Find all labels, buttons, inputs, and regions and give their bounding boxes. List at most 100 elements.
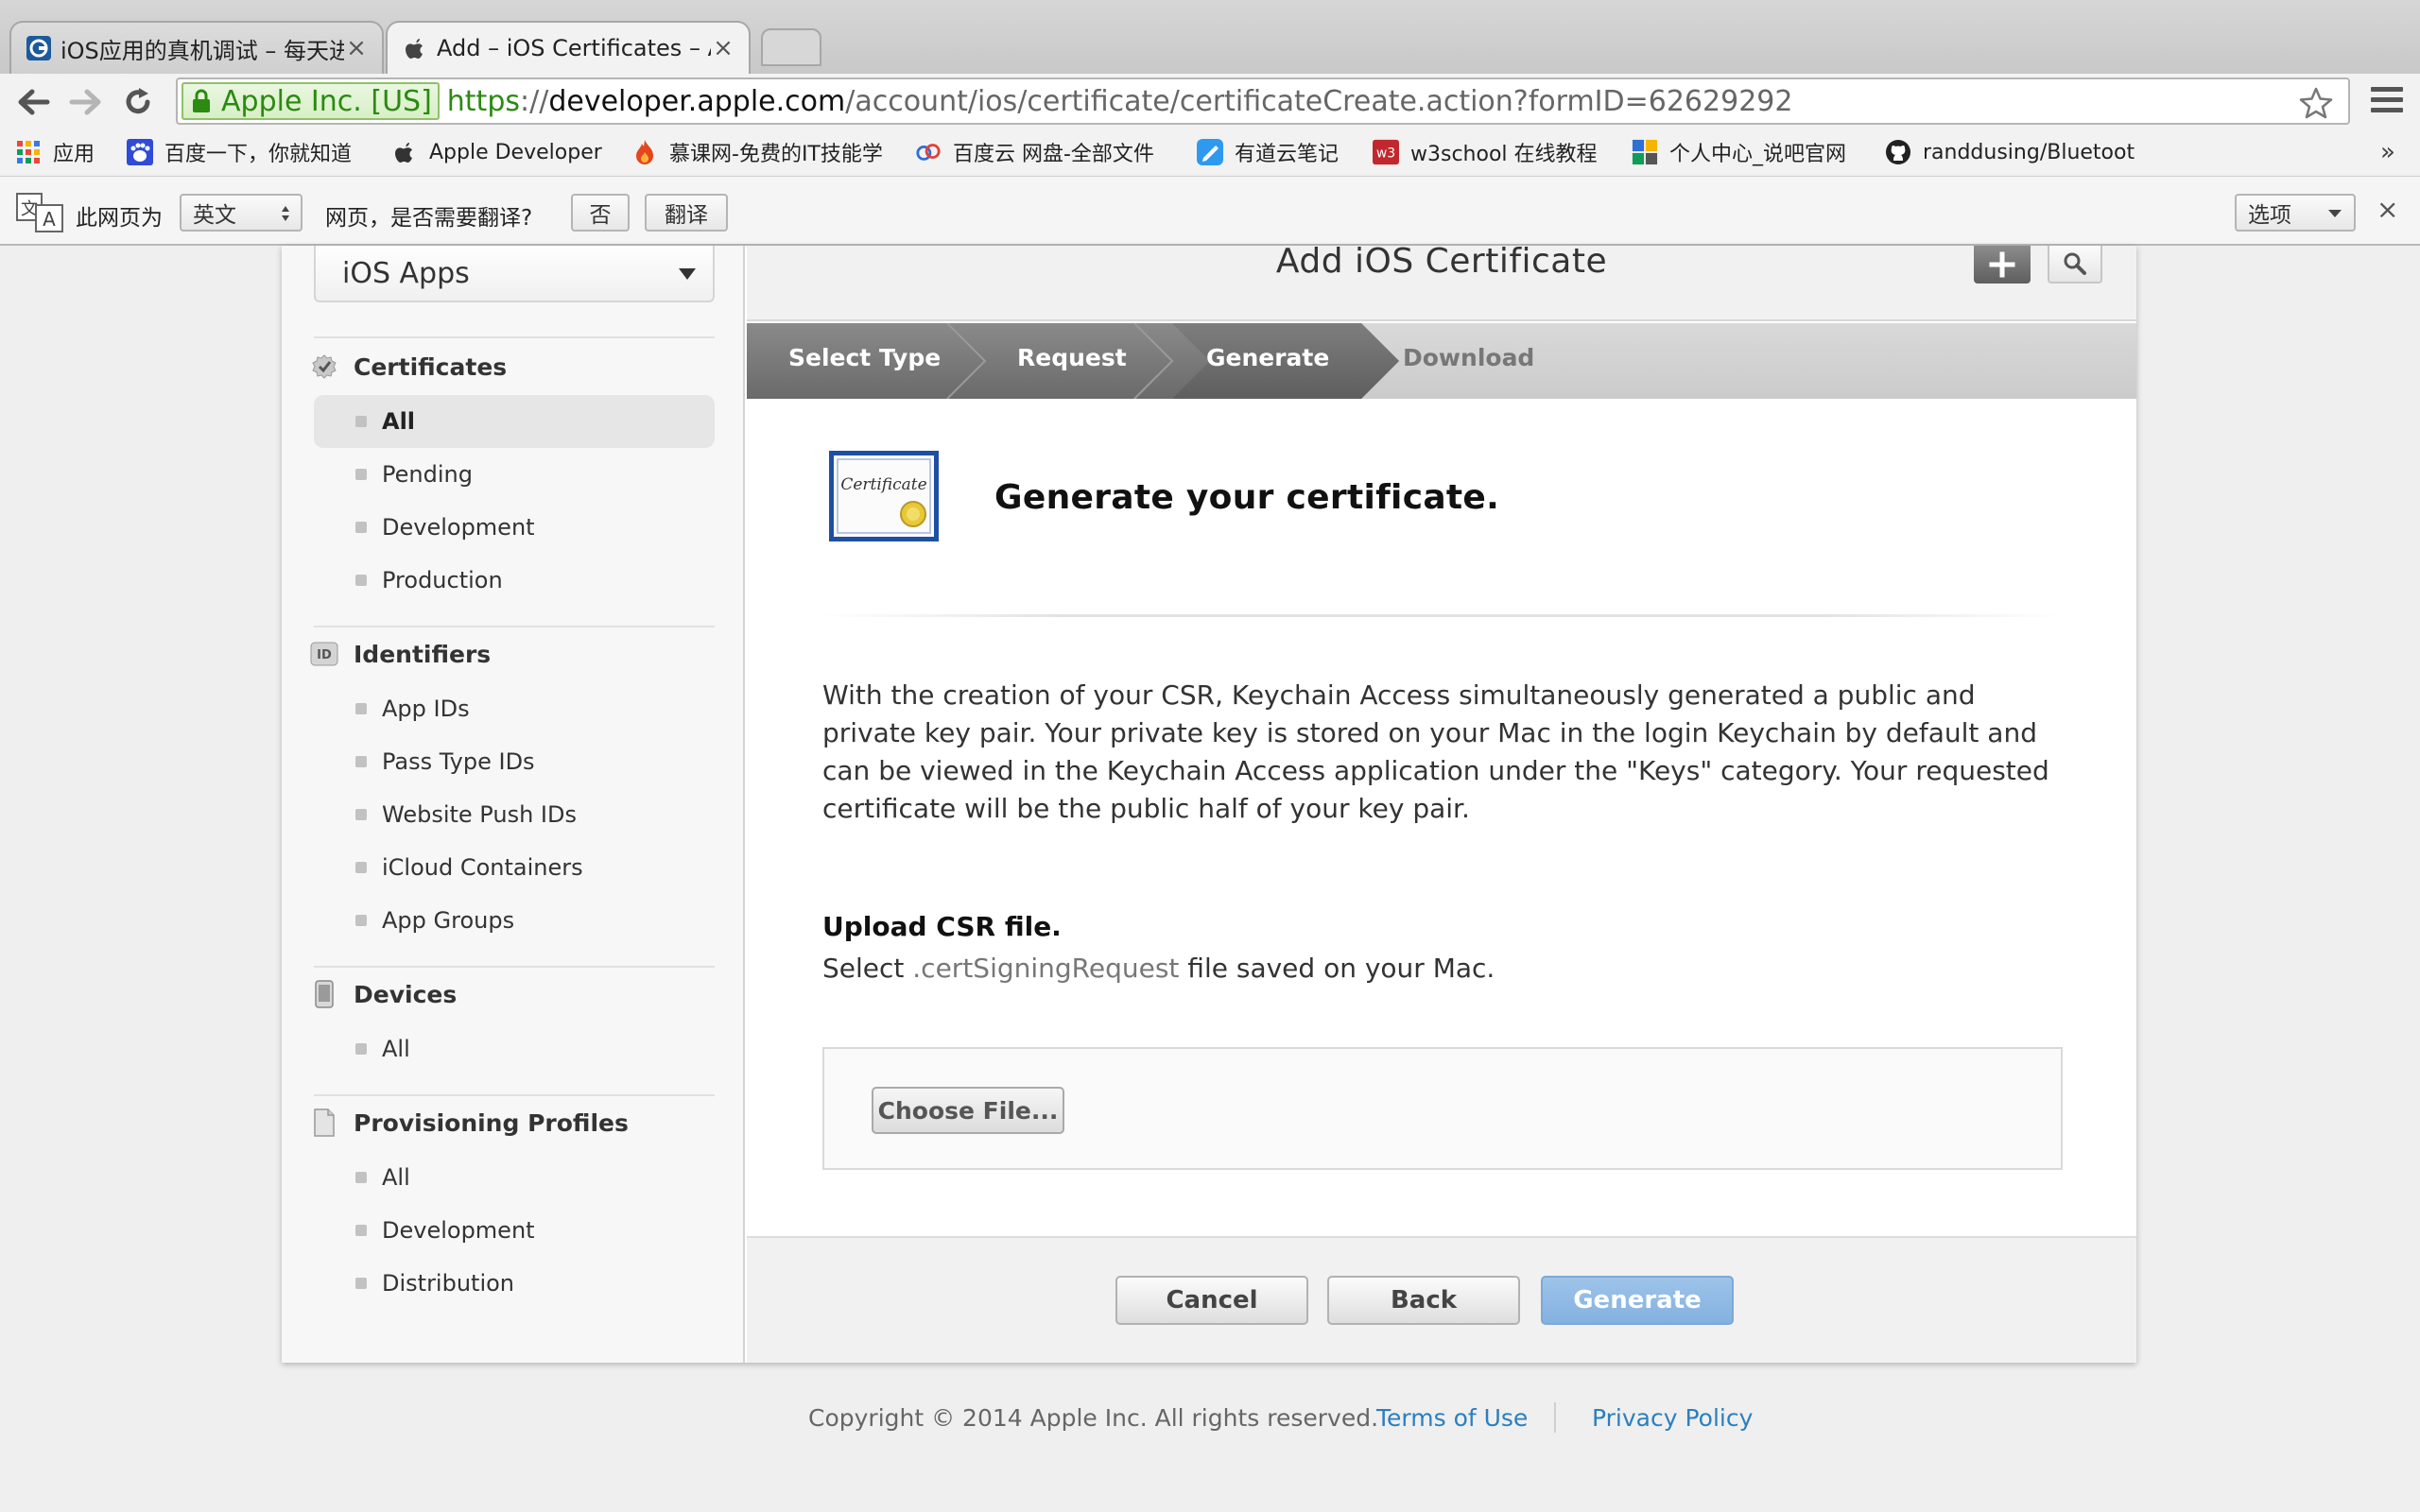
bookmark-imooc[interactable]: 慕课网-免费的IT技能学 — [631, 136, 889, 168]
sidebar-item-icloud-containers[interactable]: iCloud Containers — [314, 841, 715, 894]
tab-title: iOS应用的真机调试 – 每天进 — [60, 37, 344, 64]
platform-value: iOS Apps — [342, 256, 470, 290]
step-select-type: Select Type — [788, 344, 942, 371]
copyright-text: Copyright © 2014 Apple Inc. All rights r… — [808, 1404, 1379, 1432]
tab-add-ios-certificates[interactable]: Add – iOS Certificates – Ap × — [386, 21, 751, 74]
choose-file-button[interactable]: Choose File... — [872, 1087, 1064, 1134]
add-button[interactable] — [1974, 246, 2031, 284]
bookmark-label: 百度一下，你就知道 — [164, 143, 353, 166]
sidebar-item-label: Development — [382, 514, 535, 541]
sidebar-item-label: Development — [382, 1217, 535, 1244]
section-title: Identifiers — [354, 640, 492, 668]
sidebar-item-label: iCloud Containers — [382, 854, 583, 881]
certificate-icon: Certificate — [828, 450, 940, 542]
new-tab-button[interactable] — [761, 28, 821, 66]
certificate-icon-text: Certificate — [840, 475, 926, 494]
sidebar: iOS Apps Certificates All Pending Develo… — [282, 246, 745, 1363]
translate-bar: 文 A 此网页为 英文 网页，是否需要翻译? 否 翻译 选项 × — [0, 176, 2420, 246]
generate-heading: Generate your certificate. — [994, 478, 1500, 517]
translate-no-button[interactable]: 否 — [571, 194, 630, 232]
bookmark-youdao-note[interactable]: 有道云笔记 — [1197, 136, 1357, 168]
hamburger-menu-icon[interactable] — [2371, 87, 2403, 115]
device-icon — [310, 980, 338, 1008]
address-bar[interactable]: Apple Inc. [US] https://developer.apple.… — [176, 77, 2350, 125]
sidebar-item-label: All — [382, 408, 416, 435]
file-upload-area: Choose File... — [822, 1047, 2063, 1170]
sidebar-item-devices-all[interactable]: All — [314, 1022, 715, 1075]
id-badge-icon: ID — [310, 640, 338, 668]
bullet-icon — [355, 1225, 367, 1236]
sidebar-item-profiles-distribution[interactable]: Distribution — [314, 1257, 715, 1310]
user-center-icon — [1632, 139, 1658, 165]
cloud-icon — [915, 139, 942, 165]
tab-title: Add – iOS Certificates – Ap — [437, 35, 711, 61]
bookmark-star-icon[interactable] — [2299, 87, 2333, 119]
bookmark-user-center[interactable]: 个人中心_说吧官网 — [1632, 136, 1858, 168]
sidebar-item-label: Production — [382, 567, 503, 593]
generate-button[interactable]: Generate — [1541, 1276, 1734, 1325]
bookmark-apps[interactable]: 应用 — [15, 136, 110, 168]
upload-csr-heading: Upload CSR file. — [822, 911, 1062, 942]
sidebar-item-label: Pending — [382, 461, 473, 488]
platform-select[interactable]: iOS Apps — [314, 246, 715, 302]
ev-certificate-badge[interactable]: Apple Inc. [US] — [182, 82, 440, 120]
bookmark-baidu[interactable]: 百度一下，你就知道 — [127, 136, 372, 168]
form-actions: Cancel Back Generate — [747, 1236, 2136, 1363]
back-arrow-icon[interactable] — [13, 81, 55, 123]
options-label: 选项 — [2248, 203, 2291, 228]
language-select[interactable]: 英文 — [180, 194, 302, 232]
close-translate-bar-icon[interactable]: × — [2377, 194, 2398, 225]
translate-icon: 文 A — [15, 192, 66, 233]
translate-options-button[interactable]: 选项 — [2235, 194, 2356, 232]
sidebar-item-app-ids[interactable]: App IDs — [314, 682, 715, 735]
sidebar-item-development[interactable]: Development — [314, 501, 715, 554]
sidebar-item-pending[interactable]: Pending — [314, 448, 715, 501]
cancel-button[interactable]: Cancel — [1115, 1276, 1308, 1325]
bookmark-baidu-cloud[interactable]: 百度云 网盘-全部文件 — [915, 136, 1180, 168]
bookmarks-overflow-chevron-icon[interactable]: » — [2380, 136, 2409, 168]
baidu-paw-icon — [127, 139, 153, 165]
search-button[interactable] — [2048, 246, 2102, 284]
svg-text:A: A — [43, 208, 56, 231]
site-favicon-icon — [25, 34, 53, 62]
tab-close-icon[interactable]: × — [711, 34, 735, 62]
instruction-text: Select — [822, 953, 913, 984]
wizard-steps: Select Type Request Generate Download — [747, 323, 2136, 399]
url-scheme: https — [446, 84, 520, 118]
plus-icon — [1989, 251, 2015, 278]
bookmark-label: 应用 — [53, 143, 95, 166]
flame-icon — [631, 139, 658, 165]
sidebar-item-pass-type-ids[interactable]: Pass Type IDs — [314, 735, 715, 788]
bookmark-github-repo[interactable]: randdusing/Bluetoot — [1885, 136, 2140, 168]
note-icon — [1197, 139, 1223, 165]
tab-ios-debug[interactable]: iOS应用的真机调试 – 每天进 × — [9, 21, 384, 74]
sidebar-item-profiles-development[interactable]: Development — [314, 1204, 715, 1257]
sidebar-item-app-groups[interactable]: App Groups — [314, 894, 715, 947]
forward-arrow-icon[interactable] — [64, 81, 106, 123]
apps-grid-icon — [15, 139, 42, 165]
back-button[interactable]: Back — [1327, 1276, 1520, 1325]
translate-button[interactable]: 翻译 — [645, 194, 728, 232]
bullet-icon — [355, 1278, 367, 1289]
sidebar-divider — [314, 626, 715, 627]
dropdown-caret-icon — [679, 268, 696, 280]
apple-logo-icon — [401, 34, 429, 62]
language-value: 英文 — [193, 203, 236, 228]
sidebar-section-certificates: Certificates — [310, 350, 507, 384]
sidebar-item-production[interactable]: Production — [314, 554, 715, 607]
sidebar-divider — [314, 966, 715, 968]
bookmark-apple-developer[interactable]: Apple Developer — [391, 136, 618, 168]
privacy-policy-link[interactable]: Privacy Policy — [1592, 1404, 1753, 1432]
sidebar-item-certificates-all[interactable]: All — [314, 395, 715, 448]
w3-icon: w3 — [1373, 139, 1399, 165]
sidebar-item-profiles-all[interactable]: All — [314, 1151, 715, 1204]
bookmark-label: 个人中心_说吧官网 — [1669, 143, 1847, 166]
bookmark-w3school[interactable]: w3 w3school 在线教程 — [1373, 136, 1609, 168]
terms-of-use-link[interactable]: Terms of Use — [1376, 1404, 1528, 1432]
tab-close-icon[interactable]: × — [344, 34, 369, 62]
browser-toolbar: Apple Inc. [US] https://developer.apple.… — [0, 74, 2420, 130]
sidebar-item-website-push-ids[interactable]: Website Push IDs — [314, 788, 715, 841]
translate-prefix: 此网页为 — [76, 206, 163, 231]
tab-strip: iOS应用的真机调试 – 每天进 × Add – iOS Certificate… — [0, 0, 2420, 74]
reload-icon[interactable] — [117, 81, 159, 123]
